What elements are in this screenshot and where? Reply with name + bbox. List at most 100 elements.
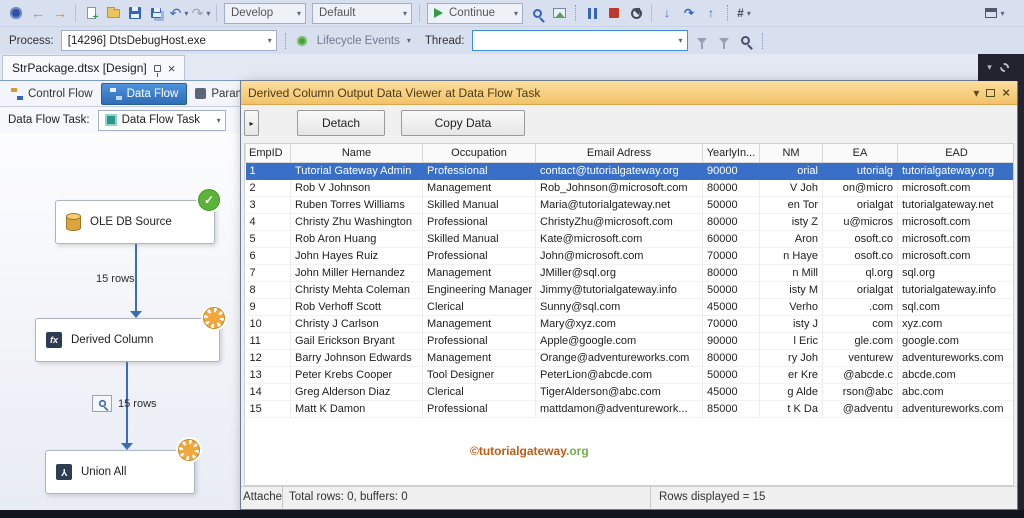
grid-cell[interactable]: osoft.co [822, 230, 898, 248]
grid-cell[interactable]: @abcde.c [822, 366, 898, 384]
filter-flagged-button[interactable] [714, 30, 734, 52]
gear-icon[interactable] [999, 63, 1009, 72]
grid-cell[interactable]: com [822, 315, 898, 333]
flag-threads-button[interactable] [692, 30, 712, 52]
open-file-button[interactable] [103, 2, 123, 24]
grid-cell[interactable]: 45000 [702, 298, 760, 316]
grid-cell[interactable]: xyz.com [897, 315, 1013, 333]
grid-cell[interactable]: .com [822, 298, 898, 316]
grid-cell[interactable]: n Mill [759, 264, 823, 282]
screenshot-button[interactable] [549, 2, 569, 24]
toolbar-grip[interactable] [575, 5, 576, 21]
grid-cell[interactable]: microsoft.com [897, 230, 1013, 248]
grid-cell[interactable]: Jimmy@tutorialgateway.info [535, 281, 703, 299]
process-combo[interactable]: [14296] DtsDebugHost.exe ▾ [60, 30, 277, 51]
maximize-icon[interactable] [986, 88, 996, 97]
navigate-forward-button[interactable]: → [50, 2, 70, 24]
table-row[interactable]: 10 Christy J Carlson Management Mary@xyz.co… [245, 315, 1013, 333]
grid-cell[interactable]: Greg Alderson Diaz [290, 383, 423, 401]
grid-cell[interactable]: Clerical [422, 383, 536, 401]
continue-button[interactable]: Continue ▾ [427, 2, 523, 24]
grid-cell[interactable]: John@microsoft.com [535, 247, 703, 265]
table-row[interactable]: 8 Christy Mehta Coleman Engineering Manage… [245, 281, 1013, 299]
grid-cell[interactable]: Orange@adventureworks.com [535, 349, 703, 367]
grid-cell[interactable]: 60000 [702, 230, 760, 248]
grid-cell[interactable]: 12 [245, 349, 291, 367]
dialog-title-bar[interactable]: Derived Column Output Data Viewer at Dat… [241, 81, 1017, 105]
grid-cell[interactable]: ChristyZhu@microsoft.com [535, 213, 703, 231]
grid-cell[interactable]: 80000 [702, 213, 760, 231]
grid-cell[interactable]: isty M [759, 281, 823, 299]
find-button[interactable] [527, 2, 547, 24]
copy-data-button[interactable]: Copy Data [401, 110, 525, 136]
tab-control-flow[interactable]: Control Flow [3, 83, 101, 105]
debug-windows-button[interactable]: ▾ [985, 2, 1005, 24]
grid-cell[interactable]: abc.com [897, 383, 1013, 401]
grid-cell[interactable]: 80000 [702, 264, 760, 282]
redo-button[interactable]: ↷ ▾ [191, 2, 211, 24]
grid-cell[interactable]: Management [422, 264, 536, 282]
chevron-down-icon[interactable]: ▾ [987, 62, 992, 73]
lifecycle-events-label[interactable]: Lifecycle Events [317, 35, 400, 47]
node-union-all[interactable]: Union All [45, 439, 200, 494]
grid-cell[interactable]: Sunny@sql.com [535, 298, 703, 316]
grid-cell[interactable]: g Alde [759, 383, 823, 401]
grid-cell[interactable]: Management [422, 315, 536, 333]
column-header[interactable]: YearlyIn... [702, 144, 760, 163]
grid-cell[interactable]: 50000 [702, 196, 760, 214]
column-header[interactable]: Occupation [422, 144, 536, 163]
grid-cell[interactable]: adventureworks.com [897, 400, 1013, 418]
grid-cell[interactable]: V Joh [759, 179, 823, 197]
grid-cell[interactable]: t K Da [759, 400, 823, 418]
column-header[interactable]: EA [822, 144, 898, 163]
grid-cell[interactable]: 50000 [702, 281, 760, 299]
grid-cell[interactable]: Management [422, 349, 536, 367]
table-row[interactable]: 15 Matt K Damon Professional mattdamon@adve… [245, 400, 1013, 418]
grid-cell[interactable]: orial [759, 162, 823, 180]
grid-cell[interactable]: Skilled Manual [422, 230, 536, 248]
grid-cell[interactable]: Professional [422, 400, 536, 418]
grid-cell[interactable]: Christy Zhu Washington [290, 213, 423, 231]
grid-cell[interactable]: 6 [245, 247, 291, 265]
grid-cell[interactable]: John Miller Hernandez [290, 264, 423, 282]
grid-cell[interactable]: Verho [759, 298, 823, 316]
grid-cell[interactable]: Engineering Manager [422, 281, 536, 299]
grid-cell[interactable]: 45000 [702, 383, 760, 401]
grid-cell[interactable]: utorialg [822, 162, 898, 180]
toolbar-grip[interactable] [727, 5, 728, 21]
grid-cell[interactable]: 15 [245, 400, 291, 418]
grid-cell[interactable]: 2 [245, 179, 291, 197]
break-all-button[interactable] [582, 2, 602, 24]
step-out-button[interactable]: ↑ [701, 2, 721, 24]
grid-cell[interactable]: on@micro [822, 179, 898, 197]
grid-cell[interactable]: 14 [245, 383, 291, 401]
grid-cell[interactable]: Professional [422, 213, 536, 231]
grid-cell[interactable]: isty Z [759, 213, 823, 231]
table-row[interactable]: 5 Rob Aron Huang Skilled Manual Kate@micros… [245, 230, 1013, 248]
grid-cell[interactable]: Skilled Manual [422, 196, 536, 214]
grid-cell[interactable]: Christy J Carlson [290, 315, 423, 333]
grid-cell[interactable]: u@micros [822, 213, 898, 231]
grid-cell[interactable]: 90000 [702, 162, 760, 180]
grid-cell[interactable]: 1 [245, 162, 291, 180]
grid-cell[interactable]: Mary@xyz.com [535, 315, 703, 333]
grid-cell[interactable]: rson@abc [822, 383, 898, 401]
grid-cell[interactable]: 90000 [702, 332, 760, 350]
grid-cell[interactable]: l Eric [759, 332, 823, 350]
new-item-button[interactable] [81, 2, 101, 24]
grid-cell[interactable]: 70000 [702, 247, 760, 265]
grid-cell[interactable]: tutorialgateway.net [897, 196, 1013, 214]
grid-cell[interactable]: Tutorial Gateway Admin [290, 162, 423, 180]
grid-cell[interactable]: 5 [245, 230, 291, 248]
grid-cell[interactable]: Rob_Johnson@microsoft.com [535, 179, 703, 197]
document-tab[interactable]: StrPackage.dtsx [Design] × [2, 55, 186, 80]
grid-cell[interactable]: microsoft.com [897, 213, 1013, 231]
grid-cell[interactable]: isty J [759, 315, 823, 333]
table-row[interactable]: 7 John Miller Hernandez Management JMiller@… [245, 264, 1013, 282]
pin-icon[interactable] [153, 64, 161, 77]
table-row[interactable]: 14 Greg Alderson Diaz Clerical TigerAlderso… [245, 383, 1013, 401]
grid-cell[interactable]: Rob Aron Huang [290, 230, 423, 248]
toggle-current-thread-button[interactable] [736, 30, 756, 52]
solution-configuration-combo[interactable]: Develop ▾ [224, 2, 306, 24]
grid-cell[interactable]: ql.org [822, 264, 898, 282]
